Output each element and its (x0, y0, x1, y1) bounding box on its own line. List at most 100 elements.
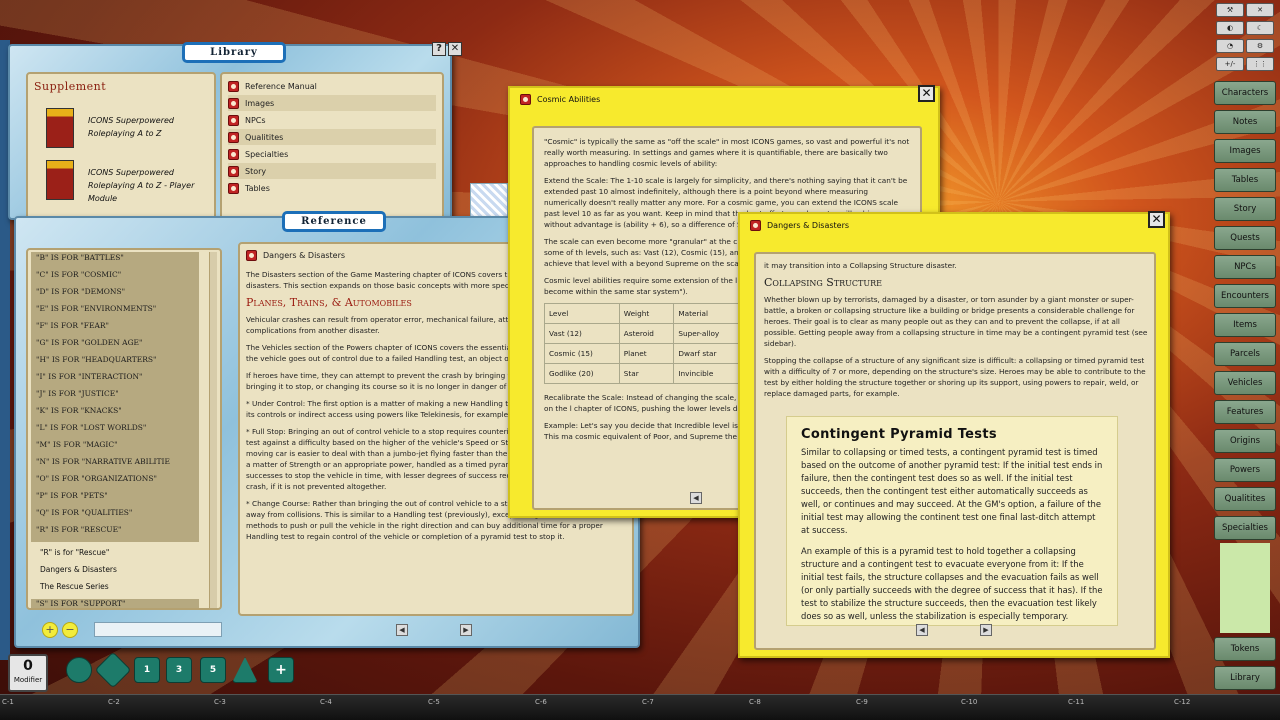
table-cell: Vast (12) (544, 323, 620, 344)
sidebar-library[interactable]: Library (1214, 666, 1276, 690)
book-icon (228, 131, 239, 143)
add-icon[interactable]: + (42, 622, 58, 638)
tool-cross-icon[interactable]: ✕ (1246, 3, 1274, 17)
add-die-button[interactable]: + (268, 657, 294, 683)
next-page-button[interactable]: ▶ (460, 624, 472, 636)
index-item[interactable]: "P" IS FOR "PETS" (36, 491, 108, 500)
index-item[interactable]: "H" IS FOR "HEADQUARTERS" (36, 355, 156, 364)
tool-moon-icon[interactable]: ☾ (1246, 21, 1274, 35)
dangers-window: Dangers & Disasters ✕ it may transition … (738, 211, 1170, 658)
index-scrollbar[interactable] (209, 252, 217, 608)
sidebar-items[interactable]: Items (1214, 313, 1276, 337)
tray-cell-label[interactable]: C-10 (961, 698, 977, 706)
next-page-button[interactable]: ▶ (980, 624, 992, 636)
tool-hammer-icon[interactable]: ⚒ (1216, 3, 1244, 17)
tray-cell-label[interactable]: C-11 (1068, 698, 1084, 706)
book-cover-icon[interactable] (46, 108, 74, 148)
index-item[interactable]: "L" IS FOR "LOST WORLDS" (36, 423, 146, 432)
tray-cell-label[interactable]: C-7 (642, 698, 654, 706)
index-item[interactable]: "M" IS FOR "MAGIC" (36, 440, 118, 449)
tool-light-icon[interactable]: ◐ (1216, 21, 1244, 35)
index-subitem[interactable]: The Rescue Series (40, 582, 109, 591)
book-icon (228, 97, 239, 109)
index-item[interactable]: "J" IS FOR "JUSTICE" (36, 389, 119, 398)
d12-die-icon[interactable]: 5 (200, 657, 226, 683)
prev-page-button[interactable]: ◀ (916, 624, 928, 636)
sidebar-characters[interactable]: Characters (1214, 81, 1276, 105)
tool-gear-icon[interactable]: ⚙ (1246, 39, 1274, 53)
index-item[interactable]: "F" IS FOR "FEAR" (36, 321, 109, 330)
tray-cell-label[interactable]: C-9 (856, 698, 868, 706)
sidebar-qualitites[interactable]: Qualitites (1214, 487, 1276, 511)
index-item[interactable]: "E" IS FOR "ENVIRONMENTS" (36, 304, 156, 313)
help-button[interactable]: ? (432, 42, 446, 56)
tray-cell-label[interactable]: C-8 (749, 698, 761, 706)
sidebar-powers[interactable]: Powers (1214, 458, 1276, 482)
sidebar-encounters[interactable]: Encounters (1214, 284, 1276, 308)
remove-icon[interactable]: − (62, 622, 78, 638)
d10-die-icon[interactable]: 3 (166, 657, 192, 683)
index-item[interactable]: "C" IS FOR "COSMIC" (36, 270, 121, 279)
tray-cell-label[interactable]: C-3 (214, 698, 226, 706)
book-title[interactable]: ICONS Superpowered Roleplaying A to Z - P… (88, 166, 194, 205)
table-row: Godlike (20) Star Invincible (544, 363, 744, 384)
index-item[interactable]: "K" IS FOR "KNACKS" (36, 406, 122, 415)
index-subitem[interactable]: Dangers & Disasters (40, 565, 117, 574)
prev-page-button[interactable]: ◀ (396, 624, 408, 636)
table-cell: Invincible (673, 363, 744, 384)
tool-modifier-button[interactable]: +/- (1216, 57, 1244, 71)
library-item-label: Story (245, 166, 267, 176)
tool-grid-icon[interactable]: ⋮⋮ (1246, 57, 1274, 71)
index-item[interactable]: "I" IS FOR "INTERACTION" (36, 372, 143, 381)
library-item[interactable]: Story (228, 163, 436, 179)
dangers-document: it may transition into a Collapsing Stru… (764, 260, 1148, 440)
index-item[interactable]: "Q" IS FOR "QUALITIES" (36, 508, 132, 517)
search-input[interactable] (94, 622, 222, 637)
index-item[interactable]: "B" IS FOR "BATTLES" (36, 253, 124, 262)
d8-die-icon[interactable]: 1 (134, 657, 160, 683)
sidebar-quests[interactable]: Quests (1214, 226, 1276, 250)
index-subitem[interactable]: "R" is for "Rescue" (40, 548, 109, 557)
library-item[interactable]: NPCs (228, 112, 436, 128)
close-button[interactable]: ✕ (448, 42, 462, 56)
library-item-label: Reference Manual (245, 81, 317, 91)
tool-dark-icon[interactable]: ◔ (1216, 39, 1244, 53)
library-item[interactable]: Specialties (228, 146, 436, 162)
sidebar-features[interactable]: Features (1214, 400, 1276, 424)
tray-cell-label[interactable]: C-5 (428, 698, 440, 706)
modifier-box[interactable]: 0 Modifier (8, 654, 48, 692)
library-item[interactable]: Reference Manual (228, 78, 436, 94)
sidebar-specialties[interactable]: Specialties (1214, 516, 1276, 540)
prev-page-button[interactable]: ◀ (690, 492, 702, 504)
window-title-bar: Dangers & Disasters (750, 220, 849, 231)
book-title[interactable]: ICONS Superpowered Roleplaying A to Z (88, 114, 174, 140)
close-button[interactable]: ✕ (1148, 211, 1165, 228)
sidebar-story[interactable]: Story (1214, 197, 1276, 221)
tray-cell-label[interactable]: C-12 (1174, 698, 1190, 706)
sidebar-tokens[interactable]: Tokens (1214, 637, 1276, 661)
book-cover-icon[interactable] (46, 160, 74, 200)
library-item[interactable]: Qualitites (228, 129, 436, 145)
tray-cell-label[interactable]: C-6 (535, 698, 547, 706)
d4-die-icon[interactable] (66, 657, 92, 683)
sidebar-images[interactable]: Images (1214, 139, 1276, 163)
index-item[interactable]: "S" IS FOR "SUPPORT" (31, 599, 199, 608)
sidebar-paragraph: An example of this is a pyramid test to … (801, 546, 1103, 621)
sidebar-npcs[interactable]: NPCs (1214, 255, 1276, 279)
tray-cell-label[interactable]: C-4 (320, 698, 332, 706)
index-item[interactable]: "G" IS FOR "GOLDEN AGE" (36, 338, 142, 347)
tray-cell-label[interactable]: C-2 (108, 698, 120, 706)
index-item[interactable]: "O" IS FOR "ORGANIZATIONS" (36, 474, 157, 483)
sidebar-origins[interactable]: Origins (1214, 429, 1276, 453)
tray-cell-label[interactable]: C-1 (2, 698, 14, 706)
sidebar-parcels[interactable]: Parcels (1214, 342, 1276, 366)
library-item[interactable]: Tables (228, 180, 436, 196)
close-button[interactable]: ✕ (918, 85, 935, 102)
sidebar-notes[interactable]: Notes (1214, 110, 1276, 134)
index-item[interactable]: "N" IS FOR "NARRATIVE ABILITIE (36, 457, 170, 466)
library-item[interactable]: Images (228, 95, 436, 111)
index-item[interactable]: "R" IS FOR "RESCUE" (36, 525, 122, 534)
sidebar-vehicles[interactable]: Vehicles (1214, 371, 1276, 395)
sidebar-tables[interactable]: Tables (1214, 168, 1276, 192)
index-item[interactable]: "D" IS FOR "DEMONS" (36, 287, 125, 296)
